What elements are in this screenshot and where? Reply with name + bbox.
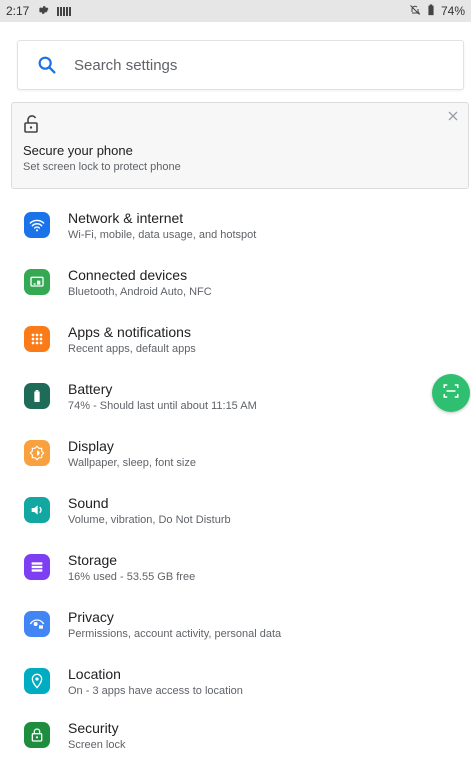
devices-icon xyxy=(24,269,50,295)
settings-item-sound[interactable]: Sound Volume, vibration, Do Not Disturb xyxy=(24,495,444,535)
lock-icon xyxy=(24,722,50,748)
item-title: Sound xyxy=(68,495,109,511)
search-icon xyxy=(36,54,58,76)
item-subtitle: 16% used - 53.55 GB free xyxy=(68,571,196,583)
brightness-icon xyxy=(24,440,50,466)
volume-icon xyxy=(24,497,50,523)
item-title: Location xyxy=(68,666,121,682)
barcode-icon xyxy=(57,6,72,16)
item-subtitle: Wi-Fi, mobile, data usage, and hotspot xyxy=(68,229,257,241)
item-subtitle: 74% - Should last until about 11:15 AM xyxy=(68,400,257,412)
secure-phone-card[interactable]: Secure your phone Set screen lock to pro… xyxy=(11,102,469,189)
settings-item-privacy[interactable]: Privacy Permissions, account activity, p… xyxy=(24,609,444,649)
item-title: Apps & notifications xyxy=(68,324,191,340)
search-bar[interactable] xyxy=(17,40,464,90)
item-subtitle: Wallpaper, sleep, font size xyxy=(68,457,196,469)
close-icon[interactable] xyxy=(446,109,460,123)
scan-icon xyxy=(442,382,460,405)
item-title: Network & internet xyxy=(68,210,184,226)
status-time: 2:17 xyxy=(6,4,30,18)
settings-item-connected-devices[interactable]: Connected devices Bluetooth, Android Aut… xyxy=(24,267,444,307)
settings-item-apps[interactable]: Apps & notifications Recent apps, defaul… xyxy=(24,324,444,364)
settings-item-security[interactable]: Security Screen lock xyxy=(24,720,444,760)
storage-icon xyxy=(24,554,50,580)
settings-item-location[interactable]: Location On - 3 apps have access to loca… xyxy=(24,666,444,706)
settings-item-display[interactable]: Display Wallpaper, sleep, font size xyxy=(24,438,444,478)
status-bar: 2:17 74% xyxy=(0,0,471,22)
item-subtitle: Recent apps, default apps xyxy=(68,343,196,355)
item-subtitle: On - 3 apps have access to location xyxy=(68,685,243,697)
scan-floating-button[interactable] xyxy=(432,374,470,412)
settings-item-storage[interactable]: Storage 16% used - 53.55 GB free xyxy=(24,552,444,592)
item-subtitle: Bluetooth, Android Auto, NFC xyxy=(68,286,212,298)
location-pin-icon xyxy=(24,668,50,694)
card-title: Secure your phone xyxy=(23,143,133,158)
card-subtitle: Set screen lock to protect phone xyxy=(23,161,181,173)
item-title: Security xyxy=(68,720,119,736)
item-title: Display xyxy=(68,438,114,454)
gear-icon xyxy=(37,4,49,19)
apps-grid-icon xyxy=(24,326,50,352)
battery-icon xyxy=(24,383,50,409)
item-subtitle: Volume, vibration, Do Not Disturb xyxy=(68,514,231,526)
item-subtitle: Permissions, account activity, personal … xyxy=(68,628,282,640)
item-title: Privacy xyxy=(68,609,114,625)
battery-percent: 74% xyxy=(440,4,465,18)
item-title: Battery xyxy=(68,381,113,397)
search-input[interactable] xyxy=(72,55,426,75)
mute-icon xyxy=(409,4,421,19)
wifi-icon xyxy=(24,212,50,238)
eye-lock-icon xyxy=(24,611,50,637)
settings-item-network[interactable]: Network & internet Wi-Fi, mobile, data u… xyxy=(24,210,444,250)
item-subtitle: Screen lock xyxy=(68,739,126,751)
unlock-icon xyxy=(24,115,40,133)
settings-item-battery[interactable]: Battery 74% - Should last until about 11… xyxy=(24,381,444,421)
item-title: Storage xyxy=(68,552,118,568)
battery-icon xyxy=(427,3,435,19)
item-title: Connected devices xyxy=(68,267,188,283)
